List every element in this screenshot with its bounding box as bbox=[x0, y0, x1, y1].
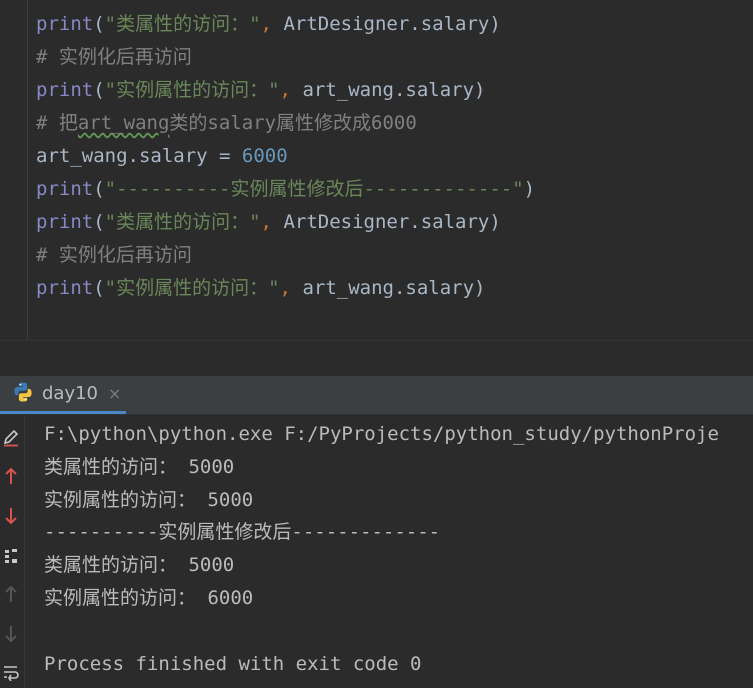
token-paren: ( bbox=[93, 211, 105, 233]
run-console[interactable]: F:\python\python.exe F:/PyProjects/pytho… bbox=[0, 415, 753, 688]
token-string: "类属性的访问：" bbox=[104, 13, 261, 35]
token-string: "类属性的访问：" bbox=[104, 211, 261, 233]
code-line-9[interactable]: print("实例属性的访问：", art_wang.salary) bbox=[36, 272, 485, 305]
code-line-5[interactable]: art_wang.salary = 6000 bbox=[36, 140, 288, 173]
code-line-1[interactable]: print("类属性的访问：", ArtDesigner.salary) bbox=[36, 8, 501, 41]
token-comma: , bbox=[260, 13, 272, 35]
token-paren: ) bbox=[474, 277, 486, 299]
token-paren: ) bbox=[489, 13, 501, 35]
token-string: "实例属性的访问：" bbox=[104, 277, 280, 299]
code-line-8[interactable]: # 实例化后再访问 bbox=[36, 239, 192, 272]
token-assign-lhs: art_wang.salary = bbox=[36, 145, 242, 167]
token-paren: ( bbox=[93, 178, 105, 200]
comment-typo-word: art_wang bbox=[77, 112, 170, 134]
soft-wrap-icon[interactable] bbox=[0, 659, 22, 685]
python-icon bbox=[12, 381, 34, 407]
comment-suffix: 类的salary属性修改成6000 bbox=[169, 112, 417, 134]
console-line-5: 类属性的访问： 5000 bbox=[44, 554, 235, 576]
token-fn: print bbox=[36, 277, 94, 299]
token-comma: , bbox=[260, 211, 272, 233]
arrow-up-icon[interactable] bbox=[0, 463, 22, 489]
token-fn: print bbox=[36, 178, 94, 200]
token-paren: ( bbox=[93, 79, 105, 101]
code-line-3[interactable]: print("实例属性的访问：", art_wang.salary) bbox=[36, 74, 485, 107]
comment-prefix: # 把 bbox=[36, 112, 78, 134]
arrow-up-disabled-icon[interactable] bbox=[0, 581, 22, 607]
console-line-1: F:\python\python.exe F:/PyProjects/pytho… bbox=[44, 423, 719, 445]
editor-console-splitter[interactable] bbox=[0, 340, 753, 377]
token-paren: ( bbox=[93, 277, 105, 299]
arrow-down-disabled-icon[interactable] bbox=[0, 621, 22, 647]
token-string: "实例属性的访问：" bbox=[104, 79, 280, 101]
console-toolbar bbox=[0, 415, 25, 688]
code-line-6[interactable]: print("----------实例属性修改后-------------") bbox=[36, 173, 535, 206]
console-line-6: 实例属性的访问： 6000 bbox=[44, 587, 254, 609]
close-icon[interactable]: × bbox=[108, 384, 121, 403]
token-fn: print bbox=[36, 79, 94, 101]
console-line-2: 类属性的访问： 5000 bbox=[44, 456, 235, 478]
layout-icon[interactable] bbox=[0, 543, 22, 569]
token-fn: print bbox=[36, 211, 94, 233]
code-editor[interactable]: print("类属性的访问：", ArtDesigner.salary) # 实… bbox=[0, 0, 753, 340]
console-line-3: 实例属性的访问： 5000 bbox=[44, 489, 254, 511]
token-paren: ) bbox=[523, 178, 536, 200]
token-number: 6000 bbox=[241, 145, 288, 167]
run-tab-bar: day10 × bbox=[0, 376, 753, 415]
token-arg: art_wang.salary bbox=[291, 79, 475, 101]
token-arg: art_wang.salary bbox=[291, 277, 475, 299]
tab-day10[interactable]: day10 × bbox=[0, 376, 126, 414]
token-fn: print bbox=[36, 13, 94, 35]
token-string: "----------实例属性修改后-------------" bbox=[104, 178, 524, 200]
code-line-2[interactable]: # 实例化后再访问 bbox=[36, 41, 192, 74]
console-line-4: ----------实例属性修改后------------- bbox=[44, 521, 441, 543]
token-paren: ) bbox=[474, 79, 486, 101]
tab-title: day10 bbox=[42, 383, 99, 404]
code-line-7[interactable]: print("类属性的访问：", ArtDesigner.salary) bbox=[36, 206, 501, 239]
arrow-down-icon[interactable] bbox=[0, 503, 22, 529]
token-paren: ( bbox=[93, 13, 105, 35]
token-arg: ArtDesigner.salary bbox=[272, 211, 490, 233]
token-paren: ) bbox=[489, 211, 501, 233]
token-arg: ArtDesigner.salary bbox=[272, 13, 490, 35]
token-comma: , bbox=[279, 277, 291, 299]
edit-icon[interactable] bbox=[0, 425, 22, 451]
token-comma: , bbox=[279, 79, 291, 101]
code-line-4[interactable]: # 把art_wang类的salary属性修改成6000 bbox=[36, 107, 417, 140]
console-line-8: Process finished with exit code 0 bbox=[44, 653, 422, 675]
gutter-divider bbox=[27, 0, 28, 340]
